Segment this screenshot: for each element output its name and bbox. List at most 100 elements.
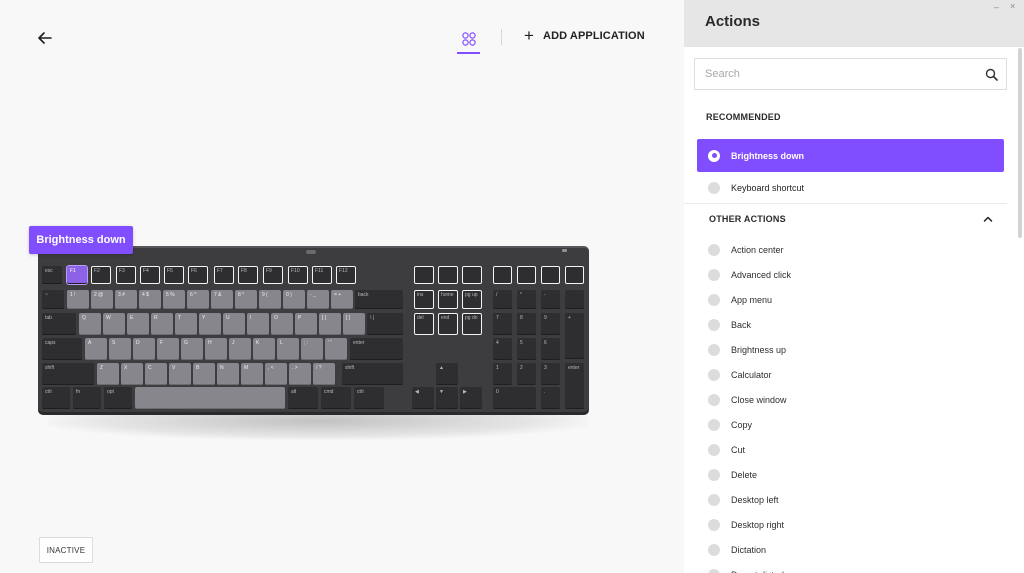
keyboard-key[interactable]: K: [253, 338, 275, 360]
keyboard-key[interactable]: F12: [336, 266, 356, 284]
add-application-button[interactable]: + ADD APPLICATION: [524, 27, 645, 44]
keyboard-key[interactable]: C: [145, 363, 167, 385]
action-item[interactable]: Dictation: [708, 537, 998, 562]
keyboard-key[interactable]: H: [205, 338, 227, 360]
keyboard-key[interactable]: F10: [288, 266, 308, 284]
keyboard-key[interactable]: Y: [199, 313, 221, 335]
keyboard-key[interactable]: [462, 266, 482, 284]
keyboard-key[interactable]: - _: [307, 290, 329, 309]
keyboard-key[interactable]: .: [541, 387, 560, 409]
keyboard-key[interactable]: ▶: [460, 387, 482, 409]
action-item[interactable]: Delete: [708, 462, 998, 487]
keyboard-key[interactable]: [135, 387, 285, 409]
keyboard-key[interactable]: home: [438, 290, 458, 309]
keyboard-key[interactable]: . >: [289, 363, 311, 385]
keyboard-key[interactable]: cmd: [321, 387, 351, 409]
keyboard-key[interactable]: back: [355, 290, 403, 309]
keyboard-key[interactable]: 0 ): [283, 290, 305, 309]
keyboard-key[interactable]: 6 ^: [187, 290, 209, 309]
keyboard-key[interactable]: caps: [42, 338, 82, 360]
keyboard-key[interactable]: 4: [493, 338, 512, 360]
keyboard-key[interactable]: Q: [79, 313, 101, 335]
keyboard-key[interactable]: F4: [140, 266, 160, 284]
keyboard-key[interactable]: F9: [263, 266, 283, 284]
keyboard-key[interactable]: enter: [350, 338, 403, 360]
other-actions-heading[interactable]: OTHER ACTIONS: [709, 214, 786, 224]
keyboard-key[interactable]: [ {: [319, 313, 341, 335]
action-item[interactable]: Do not disturb: [708, 562, 998, 573]
keyboard-key[interactable]: -: [541, 290, 560, 309]
keyboard-key[interactable]: 7 &: [211, 290, 233, 309]
action-item[interactable]: Action center: [708, 237, 998, 262]
keyboard-key[interactable]: , <: [265, 363, 287, 385]
keyboard-key[interactable]: J: [229, 338, 251, 360]
keyboard-key[interactable]: ; :: [301, 338, 323, 360]
keyboard-key[interactable]: F: [157, 338, 179, 360]
back-button[interactable]: [35, 28, 55, 48]
keyboard-key[interactable]: 2 @: [91, 290, 113, 309]
keyboard-key[interactable]: A: [85, 338, 107, 360]
keyboard-key[interactable]: [517, 266, 536, 284]
keyboard-key[interactable]: R: [151, 313, 173, 335]
keyboard-key[interactable]: ctrl: [354, 387, 384, 409]
keyboard-key[interactable]: del: [414, 313, 434, 335]
keyboard-key[interactable]: 2: [517, 363, 536, 385]
keyboard-key[interactable]: I: [247, 313, 269, 335]
chevron-up-icon[interactable]: [982, 213, 994, 225]
keyboard-key[interactable]: ] }: [343, 313, 365, 335]
keyboard-key[interactable]: Z: [97, 363, 119, 385]
keyboard-key[interactable]: = +: [331, 290, 353, 309]
keyboard-key[interactable]: 0: [493, 387, 536, 409]
action-item[interactable]: Back: [708, 312, 998, 337]
keyboard-key[interactable]: X: [121, 363, 143, 385]
keyboard-key[interactable]: ins: [414, 290, 434, 309]
keyboard-key[interactable]: ~: [42, 290, 64, 309]
keyboard-key[interactable]: *: [517, 290, 536, 309]
keyboard-key[interactable]: T: [175, 313, 197, 335]
keyboard-key[interactable]: enter: [565, 363, 584, 409]
action-item[interactable]: Calculator: [708, 362, 998, 387]
keyboard-key[interactable]: F3: [116, 266, 136, 284]
keyboard-key[interactable]: O: [271, 313, 293, 335]
keyboard-key[interactable]: 5 %: [163, 290, 185, 309]
keyboard-key[interactable]: 1 !: [67, 290, 89, 309]
keyboard-key[interactable]: ◀: [412, 387, 434, 409]
keyboard-key[interactable]: [541, 266, 560, 284]
keyboard-key[interactable]: 8: [517, 313, 536, 335]
keyboard-key[interactable]: /: [493, 290, 512, 309]
keyboard-key[interactable]: F6: [188, 266, 208, 284]
keyboard-key[interactable]: end: [438, 313, 458, 335]
recommended-item-brightness-down[interactable]: Brightness down: [697, 139, 1004, 172]
keyboard-key[interactable]: F2: [91, 266, 111, 284]
action-item[interactable]: Brightness up: [708, 337, 998, 362]
action-item[interactable]: App menu: [708, 287, 998, 312]
keyboard-key[interactable]: 3: [541, 363, 560, 385]
keyboard-key[interactable]: pg dn: [462, 313, 482, 335]
keyboard-key[interactable]: M: [241, 363, 263, 385]
action-item[interactable]: Desktop right: [708, 512, 998, 537]
keyboard-key[interactable]: 1: [493, 363, 512, 385]
keyboard-key[interactable]: [565, 266, 584, 284]
recommended-item-keyboard-shortcut[interactable]: Keyboard shortcut: [697, 171, 1004, 204]
keyboard-key[interactable]: ▼: [436, 387, 458, 409]
keyboard-key[interactable]: F7: [214, 266, 234, 284]
keyboard-key[interactable]: [565, 290, 584, 309]
close-button[interactable]: ×: [1010, 2, 1019, 11]
keyboard-key[interactable]: F8: [238, 266, 258, 284]
keyboard-key[interactable]: V: [169, 363, 191, 385]
keyboard-key[interactable]: ▲: [436, 363, 458, 385]
keyboard-key[interactable]: 5: [517, 338, 536, 360]
keyboard-key[interactable]: pg up: [462, 290, 482, 309]
keyboard-key[interactable]: G: [181, 338, 203, 360]
keyboard-key[interactable]: D: [133, 338, 155, 360]
keyboard-key[interactable]: [414, 266, 434, 284]
keyboard-key[interactable]: ctrl: [42, 387, 70, 409]
keyboard-key[interactable]: [493, 266, 512, 284]
keyboard-key[interactable]: / ?: [313, 363, 335, 385]
keyboard-key[interactable]: P: [295, 313, 317, 335]
keyboard-key[interactable]: opt: [104, 387, 132, 409]
keyboard-key[interactable]: [438, 266, 458, 284]
keyboard-key[interactable]: U: [223, 313, 245, 335]
keyboard-key[interactable]: +: [565, 313, 584, 359]
keyboard-key[interactable]: N: [217, 363, 239, 385]
